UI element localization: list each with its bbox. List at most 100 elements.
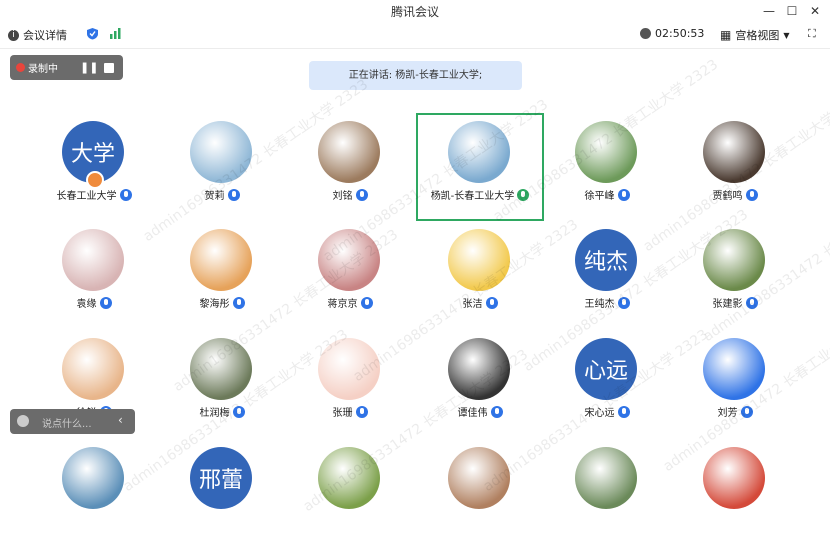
participant-name: 宋心远	[584, 408, 615, 419]
speaking-indicator: 正在讲话: 杨凯-长春工业大学;	[309, 61, 522, 90]
participant-tile[interactable]: 心远宋心远	[543, 330, 671, 438]
microphone-icon	[232, 296, 245, 309]
participant-tile[interactable]: 袁缘	[30, 221, 158, 329]
participant-tile[interactable]: 张洁	[416, 221, 544, 329]
participant-avatar	[575, 121, 637, 183]
participant-tile[interactable]: 贾鹤鸣	[671, 113, 799, 221]
participant-avatar	[703, 229, 765, 291]
participant-name: 徐平峰	[584, 191, 615, 202]
view-mode-label: 宫格视图	[735, 29, 780, 42]
participant-tile[interactable]: 黎海彤	[158, 221, 286, 329]
participant-tile[interactable]: 纯杰王纯杰	[543, 221, 671, 329]
meeting-details-button[interactable]: i 会议详情	[8, 27, 67, 43]
participant-name-row: 贺莉	[158, 187, 286, 202]
participant-avatar	[62, 338, 124, 400]
participant-name-row: 张建影	[671, 295, 799, 310]
participant-avatar	[318, 338, 380, 400]
participant-tile[interactable]: 谭佳伟	[416, 330, 544, 438]
participant-name-row: 黎海彤	[158, 295, 286, 310]
participant-name-row: 杜润梅	[158, 404, 286, 419]
participant-name: 贺莉	[204, 191, 225, 202]
participant-avatar	[575, 447, 637, 509]
grid-view-icon: ▦	[720, 28, 732, 42]
participant-tile[interactable]: 张建影	[671, 221, 799, 329]
participant-tile[interactable]: 刘铭	[286, 113, 414, 221]
participant-tile[interactable]	[416, 439, 544, 547]
participant-avatar: 邢蕾	[190, 447, 252, 509]
participant-avatar	[190, 121, 252, 183]
participant-name: 张洁	[462, 299, 483, 310]
meeting-timer: 02:50:53	[640, 27, 704, 40]
chat-input-bar[interactable]: 说点什么... ‹	[10, 409, 135, 434]
network-signal-icon[interactable]	[109, 27, 122, 39]
microphone-icon	[745, 188, 758, 201]
participant-name-row: 贾鹤鸣	[671, 187, 799, 202]
participant-tile[interactable]	[286, 439, 414, 547]
participant-tile[interactable]: 徐平峰	[543, 113, 671, 221]
security-shield-icon[interactable]	[86, 27, 99, 40]
microphone-icon	[517, 188, 530, 201]
microphone-icon	[355, 405, 368, 418]
participant-name-row: 张珊	[286, 404, 414, 419]
participant-tile[interactable]: 大学 长春工业大学	[30, 113, 158, 221]
participant-avatar: 心远	[575, 338, 637, 400]
participant-avatar	[448, 447, 510, 509]
participant-name-row: 宋心远	[543, 404, 671, 419]
participant-name: 张建影	[712, 299, 743, 310]
participant-tile[interactable]	[671, 439, 799, 547]
participant-avatar	[448, 229, 510, 291]
participant-tile[interactable]	[543, 439, 671, 547]
microphone-icon	[355, 188, 368, 201]
participant-name: 袁缘	[76, 299, 97, 310]
participant-avatar	[448, 338, 510, 400]
participant-tile[interactable]: 杨凯-长春工业大学	[416, 113, 544, 221]
participant-tile[interactable]: 贺莉	[158, 113, 286, 221]
participant-avatar	[190, 229, 252, 291]
participant-tile[interactable]: 杜润梅	[158, 330, 286, 438]
stop-recording-button[interactable]	[104, 55, 114, 80]
participant-name-row: 杨凯-长春工业大学	[418, 187, 542, 202]
title-bar: 腾讯会议 — ☐ ✕	[0, 0, 830, 22]
participant-name: 刘芳	[717, 408, 738, 419]
participant-avatar	[62, 447, 124, 509]
fullscreen-icon[interactable]: ⛶	[808, 27, 816, 41]
participant-name: 谭佳伟	[457, 408, 488, 419]
participant-tile[interactable]: 刘芳	[671, 330, 799, 438]
microphone-icon	[740, 405, 753, 418]
participant-name: 刘铭	[332, 191, 353, 202]
participant-tile[interactable]: 邢蕾	[158, 439, 286, 547]
recording-status[interactable]: 录制中	[16, 55, 58, 80]
participant-tile[interactable]	[30, 439, 158, 547]
chat-input[interactable]: 说点什么...	[42, 415, 92, 430]
participant-name-row: 刘铭	[286, 187, 414, 202]
participant-avatar	[318, 229, 380, 291]
minimize-button[interactable]: —	[760, 2, 778, 20]
pause-recording-button[interactable]: ❚❚	[80, 55, 98, 80]
microphone-icon	[99, 296, 112, 309]
participant-tile[interactable]: 蒋京京	[286, 221, 414, 329]
participant-name-row: 王纯杰	[543, 295, 671, 310]
participant-tile[interactable]: 张珊	[286, 330, 414, 438]
collapse-chevron-icon[interactable]: ‹	[118, 413, 123, 427]
participant-name-row: 袁缘	[30, 295, 158, 310]
participant-name: 长春工业大学	[56, 191, 117, 202]
close-button[interactable]: ✕	[806, 2, 824, 20]
participant-avatar: 纯杰	[575, 229, 637, 291]
record-dot-icon	[16, 63, 25, 72]
participant-name: 黎海彤	[199, 299, 230, 310]
chevron-down-icon: ▼	[783, 30, 790, 40]
emoji-icon[interactable]	[17, 415, 29, 427]
participant-name: 蒋京京	[327, 299, 358, 310]
participant-name: 王纯杰	[584, 299, 615, 310]
microphone-icon	[617, 188, 630, 201]
participant-name-row: 刘芳	[671, 404, 799, 419]
participant-avatar	[703, 121, 765, 183]
view-mode-dropdown[interactable]: ▦ 宫格视图 ▼	[720, 27, 790, 43]
participant-name-row: 长春工业大学	[30, 187, 158, 202]
maximize-button[interactable]: ☐	[783, 2, 801, 20]
microphone-icon	[360, 296, 373, 309]
microphone-icon	[490, 405, 503, 418]
microphone-icon	[617, 296, 630, 309]
window-title: 腾讯会议	[390, 5, 439, 19]
meeting-toolbar: i 会议详情 02:50:53 ▦ 宫格视图 ▼ ⛶	[0, 22, 830, 49]
